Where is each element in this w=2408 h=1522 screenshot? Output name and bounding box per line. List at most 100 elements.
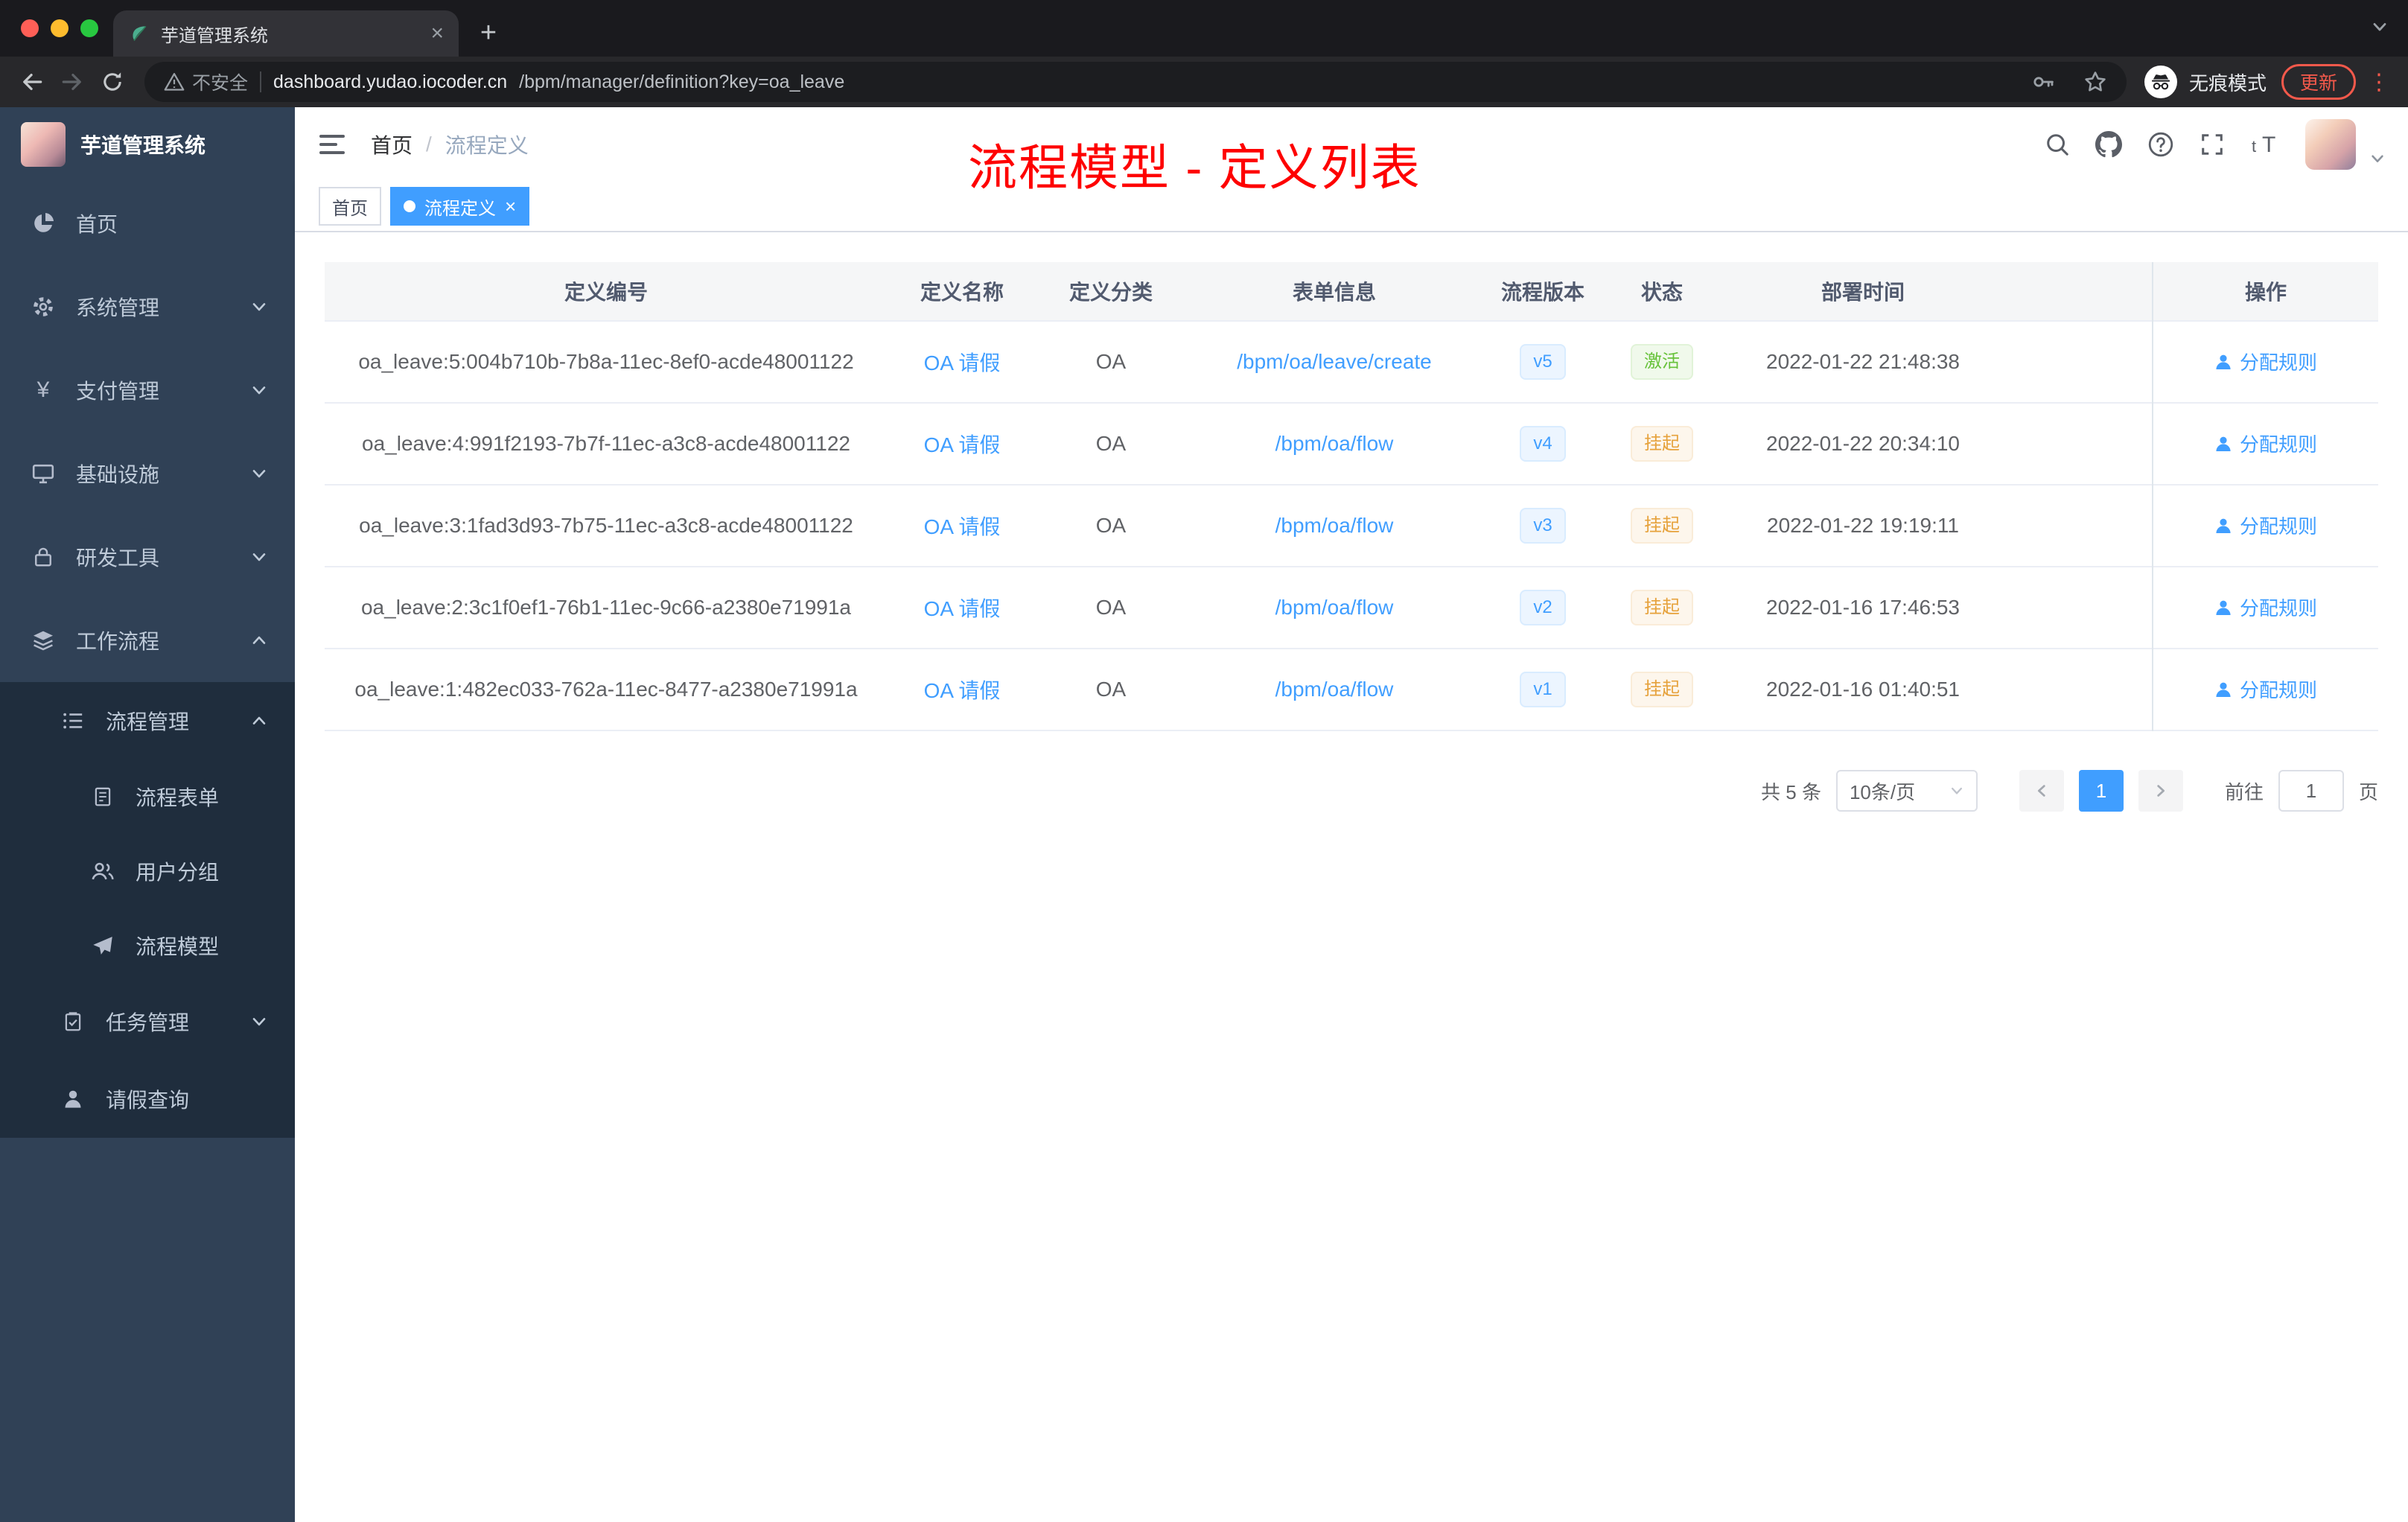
security-label: 不安全 bbox=[192, 73, 249, 94]
sidebar-item-process-model[interactable]: 流程模型 bbox=[0, 908, 295, 983]
annotation-text: 流程模型 - 定义列表 bbox=[968, 140, 1421, 195]
back-button[interactable] bbox=[12, 62, 52, 102]
window-close-button[interactable] bbox=[21, 19, 39, 37]
chevron-down-icon bbox=[1949, 783, 1964, 798]
prev-page-button[interactable] bbox=[2019, 770, 2064, 812]
yen-icon: ¥ bbox=[36, 378, 50, 402]
forward-button[interactable] bbox=[52, 62, 92, 102]
address-divider bbox=[260, 71, 262, 92]
favicon-leaf-icon bbox=[128, 23, 149, 44]
browser-menu-kebab-icon[interactable]: ⋮ bbox=[2368, 69, 2390, 95]
sidebar-item-home[interactable]: 首页 bbox=[0, 182, 295, 265]
fullscreen-icon[interactable] bbox=[2200, 132, 2225, 157]
incognito-icon bbox=[2144, 66, 2177, 98]
fixed-column-divider bbox=[2152, 262, 2153, 731]
new-tab-button[interactable]: + bbox=[468, 12, 509, 54]
sidebar-item-process-form[interactable]: 流程表单 bbox=[0, 760, 295, 834]
form-link[interactable]: /bpm/oa/flow bbox=[1275, 432, 1394, 455]
page-size-select[interactable]: 10条/页 bbox=[1835, 770, 1978, 812]
url-domain: dashboard.yudao.iocoder.cn bbox=[273, 71, 508, 92]
definition-name-link[interactable]: OA 请假 bbox=[924, 351, 1001, 375]
tag-process-definition[interactable]: 流程定义 × bbox=[390, 187, 530, 226]
svg-text:t: t bbox=[2252, 137, 2256, 156]
person-icon bbox=[2216, 518, 2231, 533]
assign-rule-button[interactable]: 分配规则 bbox=[2214, 512, 2317, 539]
status-badge: 激活 bbox=[1631, 344, 1693, 380]
bookmark-star-icon[interactable] bbox=[2083, 70, 2107, 94]
definition-name-link[interactable]: OA 请假 bbox=[924, 433, 1001, 456]
form-link[interactable]: /bpm/oa/flow bbox=[1275, 514, 1394, 537]
assign-rule-button[interactable]: 分配规则 bbox=[2214, 593, 2317, 621]
status-badge: 挂起 bbox=[1631, 426, 1693, 462]
definition-category: OA bbox=[1095, 596, 1127, 619]
sidebar-item-label: 请假查询 bbox=[106, 1089, 190, 1112]
address-bar[interactable]: 不安全 dashboard.yudao.iocoder.cn /bpm/mana… bbox=[144, 62, 2127, 102]
sidebar-item-process-management[interactable]: 流程管理 bbox=[0, 682, 295, 760]
chevron-down-icon bbox=[250, 548, 268, 566]
lock-icon bbox=[30, 546, 57, 568]
assign-rule-button[interactable]: 分配规则 bbox=[2214, 430, 2317, 457]
window-controls bbox=[21, 19, 98, 37]
breadcrumb-current: 流程定义 bbox=[445, 134, 529, 157]
definition-name-link[interactable]: OA 请假 bbox=[924, 679, 1001, 702]
tag-home[interactable]: 首页 bbox=[319, 187, 381, 226]
tab-search-chevron-icon[interactable] bbox=[2371, 18, 2389, 36]
sidebar-item-workflow[interactable]: 工作流程 bbox=[0, 599, 295, 682]
window-zoom-button[interactable] bbox=[80, 19, 98, 37]
sidebar-item-label: 基础设施 bbox=[76, 463, 160, 486]
sidebar-item-payment[interactable]: ¥ 支付管理 bbox=[0, 348, 295, 432]
tag-label: 流程定义 bbox=[424, 198, 496, 219]
dashboard-icon bbox=[30, 211, 57, 235]
sidebar-item-label: 用户分组 bbox=[136, 861, 220, 884]
sidebar-item-user-group[interactable]: 用户分组 bbox=[0, 834, 295, 908]
form-link[interactable]: /bpm/oa/flow bbox=[1275, 678, 1394, 701]
tab-close-icon[interactable]: × bbox=[430, 22, 444, 45]
window-minimize-button[interactable] bbox=[51, 19, 69, 37]
sidebar-item-leave-query[interactable]: 请假查询 bbox=[0, 1060, 295, 1138]
tag-close-icon[interactable]: × bbox=[505, 197, 516, 216]
table-header-row: 定义编号 定义名称 定义分类 表单信息 流程版本 状态 部署时间 操作 bbox=[325, 262, 2378, 322]
security-indicator[interactable]: 不安全 bbox=[164, 69, 248, 95]
chevron-down-icon bbox=[250, 381, 268, 399]
sidebar-item-infrastructure[interactable]: 基础设施 bbox=[0, 432, 295, 515]
sidebar-item-label: 首页 bbox=[76, 213, 118, 236]
form-link[interactable]: /bpm/oa/leave/create bbox=[1237, 350, 1432, 373]
deploy-time: 2022-01-22 19:19:11 bbox=[1767, 514, 1959, 537]
definition-name-link[interactable]: OA 请假 bbox=[924, 597, 1001, 620]
svg-text:T: T bbox=[2262, 133, 2275, 156]
column-header: 表单信息 bbox=[1292, 281, 1376, 304]
next-page-button[interactable] bbox=[2138, 770, 2183, 812]
table-row: oa_leave:1:482ec033-762a-11ec-8477-a2380… bbox=[325, 649, 2378, 731]
hamburger-icon[interactable] bbox=[317, 130, 347, 159]
key-icon[interactable] bbox=[2031, 70, 2055, 94]
goto-page-input[interactable] bbox=[2278, 770, 2344, 812]
sidebar: 芋道管理系统 首页 系统管理 ¥ 支付管理 基础设施 研发工具 工作流程 流程管… bbox=[0, 107, 295, 1522]
definition-category: OA bbox=[1095, 350, 1127, 373]
form-link[interactable]: /bpm/oa/flow bbox=[1275, 596, 1394, 619]
assign-rule-button[interactable]: 分配规则 bbox=[2214, 675, 2317, 703]
reload-button[interactable] bbox=[92, 62, 133, 102]
definition-name-link[interactable]: OA 请假 bbox=[924, 515, 1001, 538]
browser-tab[interactable]: 芋道管理系统 × bbox=[113, 10, 459, 57]
monitor-icon bbox=[30, 462, 57, 485]
url-path: /bpm/manager/definition?key=oa_leave bbox=[519, 71, 845, 92]
users-icon bbox=[89, 859, 116, 883]
chevron-up-icon bbox=[250, 712, 268, 730]
update-button[interactable]: 更新 bbox=[2281, 64, 2356, 100]
font-size-icon[interactable]: tT bbox=[2250, 133, 2280, 156]
sidebar-item-task-management[interactable]: 任务管理 bbox=[0, 983, 295, 1060]
assign-rule-button[interactable]: 分配规则 bbox=[2214, 348, 2317, 375]
user-avatar[interactable] bbox=[2305, 119, 2356, 170]
github-icon[interactable] bbox=[2095, 131, 2122, 158]
avatar-caret-down-icon[interactable] bbox=[2369, 150, 2386, 167]
sidebar-logo[interactable]: 芋道管理系统 bbox=[0, 107, 295, 182]
sidebar-item-devtools[interactable]: 研发工具 bbox=[0, 515, 295, 599]
page-number-button[interactable]: 1 bbox=[2078, 770, 2124, 812]
sidebar-item-system[interactable]: 系统管理 bbox=[0, 265, 295, 348]
page-unit-label: 页 bbox=[2358, 780, 2378, 803]
column-header: 状态 bbox=[1640, 281, 1683, 304]
breadcrumb-home[interactable]: 首页 bbox=[371, 130, 413, 159]
help-icon[interactable] bbox=[2147, 131, 2174, 158]
search-icon[interactable] bbox=[2045, 132, 2070, 157]
layers-icon bbox=[30, 628, 57, 652]
